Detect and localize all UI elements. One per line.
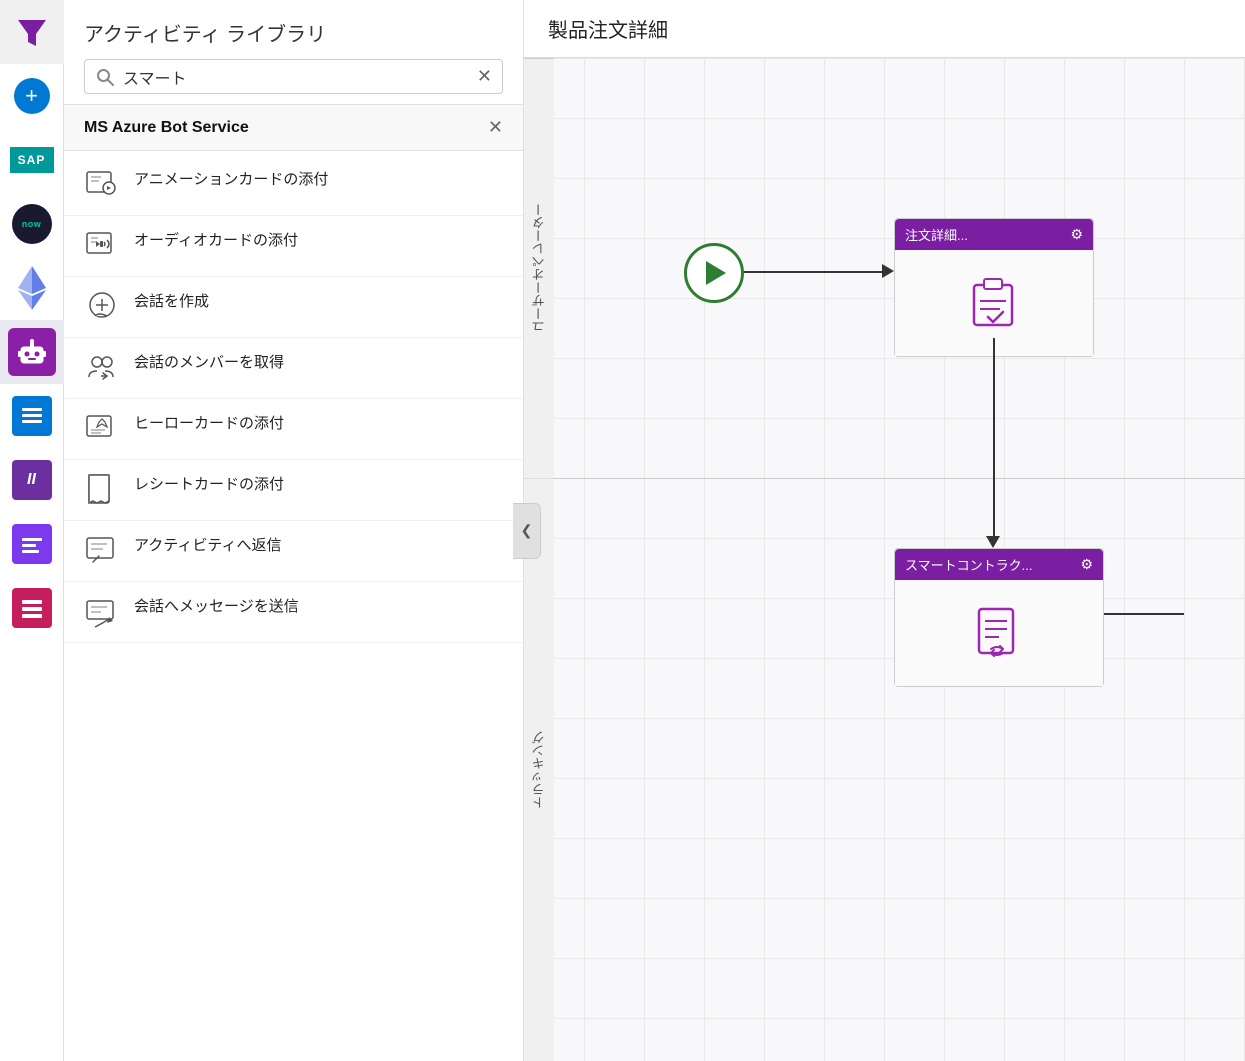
activity-node-1[interactable]: 注文詳細... ⚙ [894,218,1094,357]
activity-item-label: 会話へメッセージを送信 [134,594,299,617]
chevron-left-icon: ❮ [521,522,533,539]
list-item[interactable]: アニメーションカードの添付 [64,155,523,216]
activity-panel: アクティビティ ライブラリ ✕ MS Azure Bot Service ✕ [64,0,524,1061]
get-members-icon [84,350,120,386]
arrow-node1-to-node2 [993,338,995,538]
node2-body [895,580,1103,686]
activity-item-label: レシートカードの添付 [134,472,284,495]
sidebar-item-add[interactable]: + [0,64,64,128]
ethereum-logo [17,269,47,307]
arrowhead-to-node1 [882,264,894,278]
hero-card-icon [84,411,120,447]
sidebar-item-sap[interactable]: SAP [0,128,64,192]
activity-list: アニメーションカードの添付 オーディオカードの添付 [64,151,523,1061]
node1-header: 注文詳細... ⚙ [895,219,1093,250]
list-logo [12,396,52,436]
node1-label: 注文詳細... [905,225,968,244]
swimlane-label-1: ユーザーオペレーター [524,58,554,478]
activity-item-label: アニメーションカードの添付 [134,167,328,190]
canvas-header: 製品注文詳細 [524,0,1245,58]
bar-logo [12,524,52,564]
canvas-area: 製品注文詳細 ユーザーオペレーター トラッキング 注文詳細... ⚙ [524,0,1245,1061]
reply-activity-icon [84,533,120,569]
service-name: MS Azure Bot Service [84,119,249,137]
activity-item-label: アクティビティへ返信 [134,533,281,556]
activity-node-2[interactable]: スマートコントラク... ⚙ [894,548,1104,687]
search-row: ✕ [84,59,503,94]
service-header: MS Azure Bot Service ✕ [64,105,523,151]
sidebar-item-bar[interactable] [0,512,64,576]
swimlane-labels: ユーザーオペレーター トラッキング [524,58,554,1061]
arrow-start-to-node1 [744,271,884,273]
sidebar-icons: + SAP now [0,0,64,1061]
node2-header: スマートコントラク... ⚙ [895,549,1103,580]
search-input[interactable] [123,68,477,86]
add-button[interactable]: + [14,78,50,114]
pink-logo [12,588,52,628]
list-item[interactable]: レシートカードの添付 [64,460,523,521]
sidebar-item-robot[interactable] [0,320,64,384]
panel-title: アクティビティ ライブラリ [84,18,503,47]
list-item[interactable]: オーディオカードの添付 [64,216,523,277]
sidebar-item-filter[interactable] [0,0,64,64]
roman-logo: II [12,460,52,500]
now-logo: now [12,204,52,244]
panel-collapse-button[interactable]: ❮ [513,503,541,559]
canvas-title: 製品注文詳細 [548,14,1221,43]
sidebar-item-list[interactable] [0,384,64,448]
sap-logo: SAP [10,147,54,173]
sidebar-item-roman[interactable]: II [0,448,64,512]
robot-logo [8,328,56,376]
sidebar-item-ethereum[interactable] [0,256,64,320]
activity-item-label: 会話を作成 [134,289,209,312]
activity-item-label: オーディオカードの添付 [134,228,298,251]
list-item[interactable]: 会話へメッセージを送信 [64,582,523,643]
node1-gear-icon[interactable]: ⚙ [1070,226,1083,243]
search-icon [95,67,115,87]
sidebar-item-pink[interactable] [0,576,64,640]
activity-item-label: ヒーローカードの添付 [134,411,284,434]
swimlane-label-2: トラッキング [524,478,554,1061]
search-clear-button[interactable]: ✕ [477,66,492,87]
service-close-button[interactable]: ✕ [488,117,503,138]
animation-card-icon [84,167,120,203]
sidebar-item-now[interactable]: now [0,192,64,256]
audio-card-icon [84,228,120,264]
canvas-body[interactable]: ユーザーオペレーター トラッキング 注文詳細... ⚙ [524,58,1245,1061]
send-message-icon [84,594,120,630]
list-item[interactable]: 会話のメンバーを取得 [64,338,523,399]
node2-gear-icon[interactable]: ⚙ [1080,556,1093,573]
list-item[interactable]: 会話を作成 [64,277,523,338]
play-icon [706,261,726,285]
receipt-card-icon [84,472,120,508]
list-item[interactable]: ヒーローカードの添付 [64,399,523,460]
swimlane-divider [554,478,1245,479]
canvas-grid [524,58,1245,1061]
activity-item-label: 会話のメンバーを取得 [134,350,284,373]
panel-header: アクティビティ ライブラリ ✕ [64,0,523,105]
clipboard-check-icon [959,268,1029,338]
arrow-node2-right [1104,613,1184,615]
create-conversation-icon [84,289,120,325]
node2-label: スマートコントラク... [905,555,1032,574]
start-node[interactable] [684,243,744,303]
contract-sync-icon [964,598,1034,668]
list-item[interactable]: アクティビティへ返信 [64,521,523,582]
arrowhead-to-node2 [986,536,1000,548]
